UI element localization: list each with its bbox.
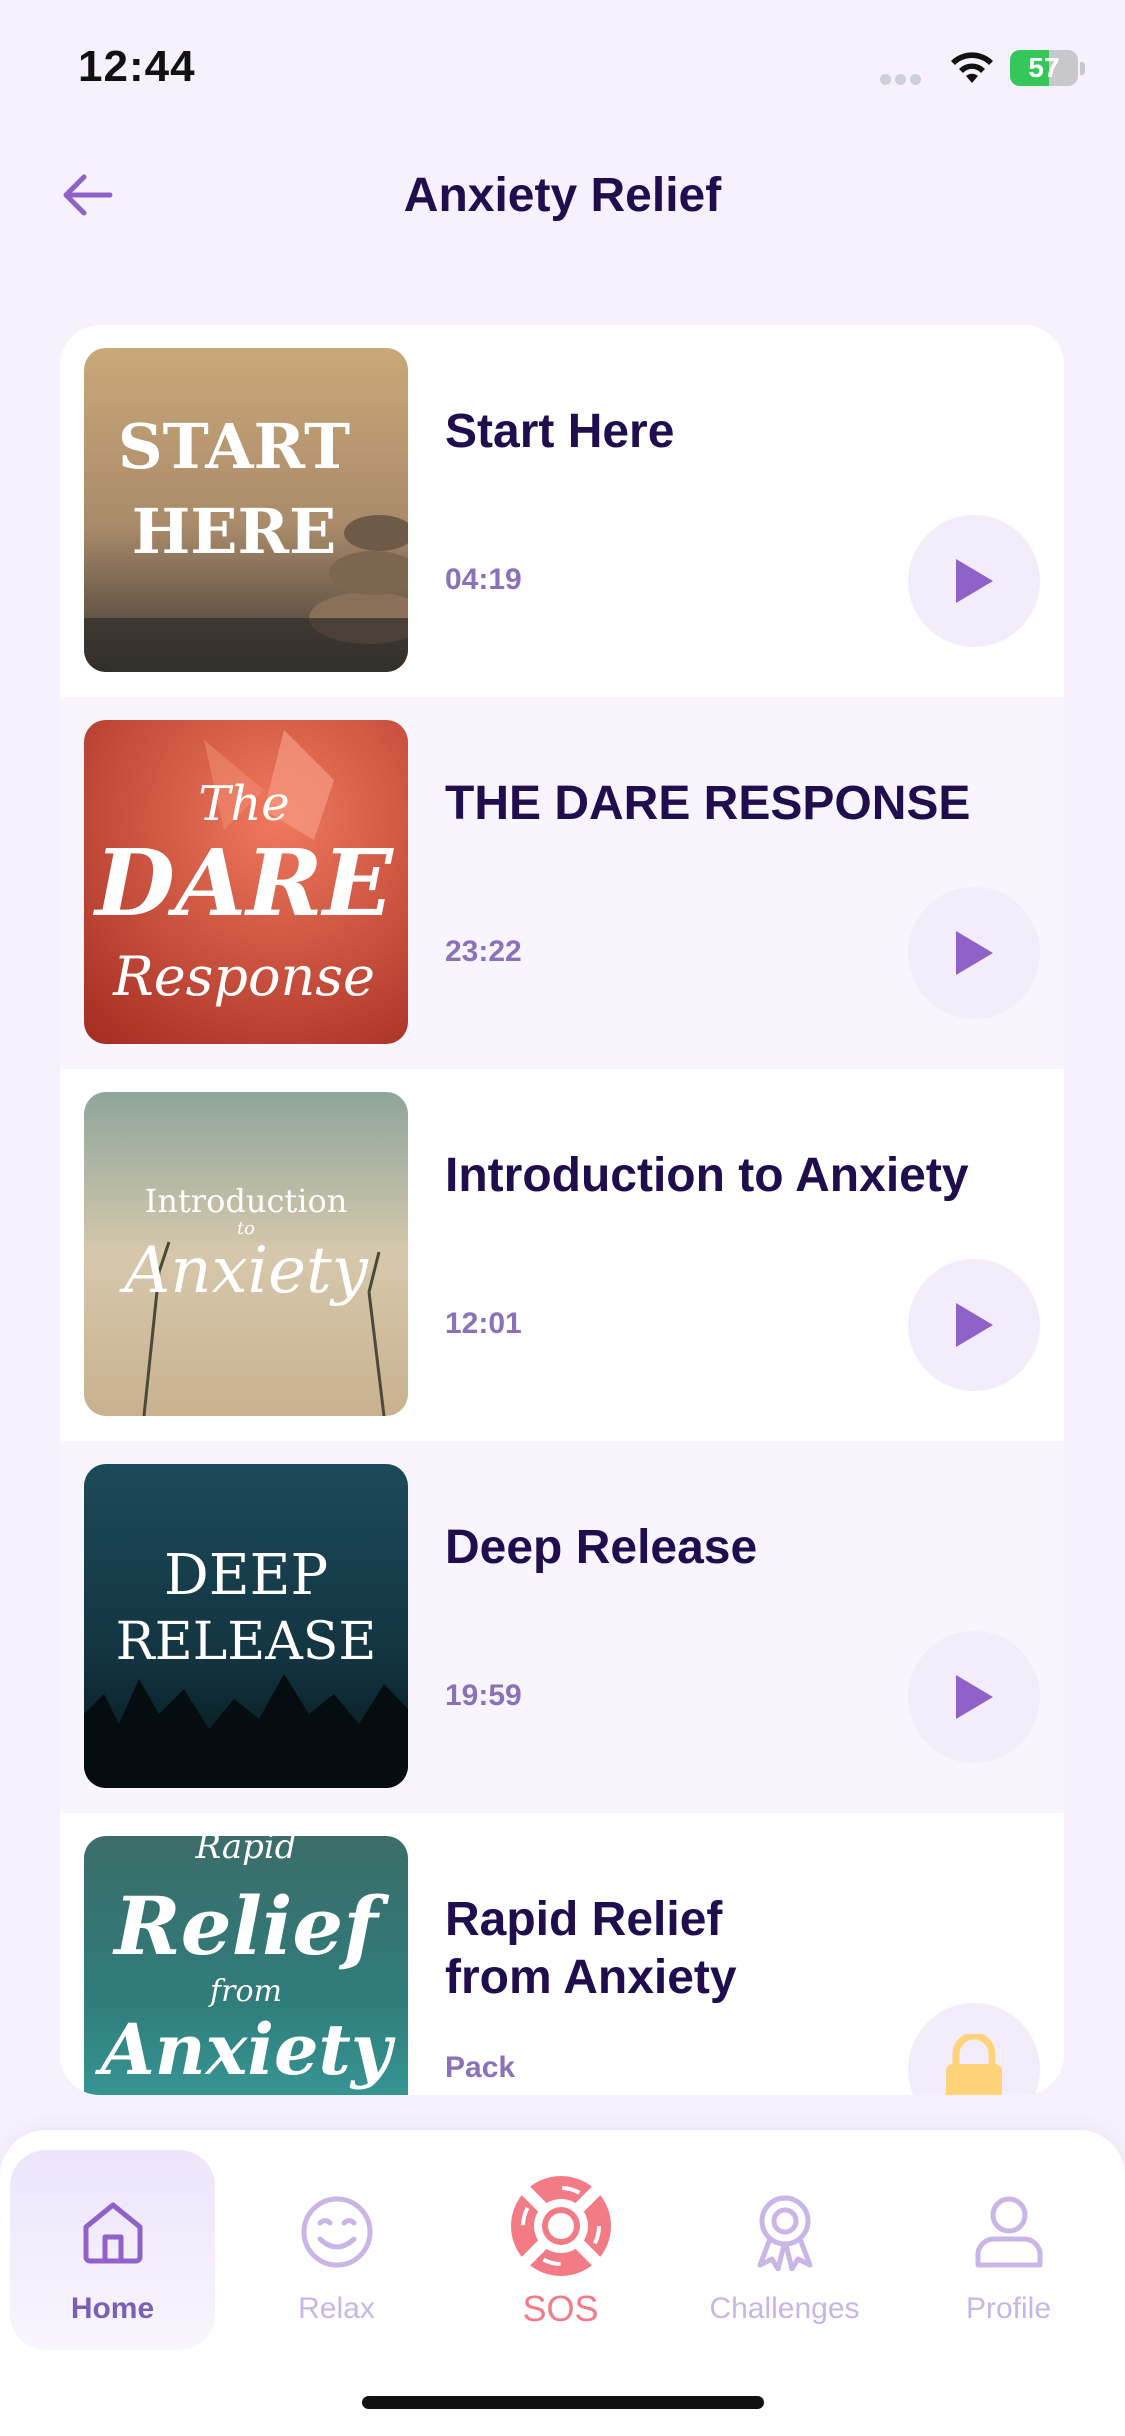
tab-home[interactable]: Home	[10, 2150, 215, 2350]
play-icon	[956, 1675, 993, 1719]
list-item-start-here[interactable]: START HERE Start Here 04:19	[60, 325, 1064, 697]
thumb-text: START	[118, 410, 350, 483]
lock-icon	[946, 2034, 1002, 2095]
tab-label: Relax	[298, 2292, 375, 2325]
smile-icon	[297, 2192, 377, 2272]
list-item-dare-response[interactable]: The DARE Response THE DARE RESPONSE 23:2…	[60, 697, 1064, 1069]
item-duration: 23:22	[445, 935, 522, 968]
track-list: START HERE Start Here 04:19 The DARE Res…	[60, 325, 1064, 2095]
screen: 12:44 57 Anxiety Relief START HERE Start…	[0, 0, 1125, 2436]
tab-label: SOS	[522, 2288, 599, 2329]
battery-icon: 57	[1010, 50, 1078, 86]
play-icon	[956, 931, 993, 975]
thumbnail-image: DEEP RELEASE	[84, 1464, 408, 1788]
thumbnail-image: START HERE	[84, 348, 408, 672]
item-duration: 19:59	[445, 1679, 522, 1712]
tab-challenges[interactable]: Challenges	[682, 2150, 887, 2350]
list-item-deep-release[interactable]: DEEP RELEASE Deep Release 19:59	[60, 1441, 1064, 1813]
thumb-text: Introduction	[145, 1182, 348, 1220]
item-duration: 12:01	[445, 1307, 522, 1340]
thumb-text: Relief	[112, 1879, 389, 1973]
thumb-text: DARE	[92, 829, 395, 937]
list-item-introduction-to-anxiety[interactable]: Introduction to Anxiety Introduction to …	[60, 1069, 1064, 1441]
thumb-text: RELEASE	[116, 1612, 377, 1672]
play-button[interactable]	[908, 1631, 1040, 1763]
item-title-line: Rapid Relief	[445, 1893, 723, 1946]
tab-bar: Home Relax SOS Challenges Profile	[0, 2130, 1125, 2436]
tab-label: Challenges	[709, 2292, 860, 2325]
award-icon	[745, 2192, 825, 2272]
tab-sos[interactable]: SOS	[458, 2150, 663, 2350]
thumb-text: HERE	[132, 495, 337, 568]
wifi-icon	[951, 52, 993, 83]
thumb-text: DEEP	[164, 1543, 328, 1608]
thumbnail-image: Rapid Relief from Anxiety	[84, 1836, 408, 2095]
thumb-text: The	[198, 776, 289, 832]
item-title: Deep Release	[445, 1521, 758, 1574]
thumb-text: from	[208, 1974, 282, 2009]
signal-icon	[880, 72, 925, 90]
tab-profile[interactable]: Profile	[906, 2150, 1111, 2350]
home-indicator	[362, 2396, 764, 2409]
thumb-text: Rapid	[194, 1836, 296, 1867]
play-icon	[956, 1303, 993, 1347]
locked-button[interactable]	[908, 2003, 1040, 2095]
thumb-text: Anxiety	[94, 2008, 395, 2091]
item-title: Rapid Relief from Anxiety	[445, 1891, 1045, 2007]
thumb-text: Anxiety	[119, 1234, 369, 1308]
user-icon	[969, 2192, 1049, 2272]
thumb-text: Response	[112, 945, 375, 1008]
battery-cap	[1080, 62, 1085, 75]
item-title: Start Here	[445, 405, 675, 458]
lifebuoy-icon	[505, 2170, 617, 2282]
tab-label: Profile	[965, 2292, 1052, 2325]
tab-label: Home	[70, 2292, 155, 2325]
thumbnail-image: Introduction to Anxiety	[84, 1092, 408, 1416]
page-title: Anxiety Relief	[403, 169, 722, 222]
thumbnail-image: The DARE Response	[84, 720, 408, 1044]
item-title: Introduction to Anxiety	[445, 1149, 969, 1202]
item-title-line: from Anxiety	[445, 1951, 737, 2004]
play-button[interactable]	[908, 515, 1040, 647]
home-icon	[73, 2192, 153, 2272]
list-item-rapid-relief[interactable]: Rapid Relief from Anxiety Rapid Relief f…	[60, 1813, 1064, 2095]
item-type-label: Pack	[445, 2051, 516, 2084]
item-title: THE DARE RESPONSE	[445, 777, 971, 830]
item-duration: 04:19	[445, 563, 522, 596]
status-time: 12:44	[78, 42, 196, 91]
play-icon	[956, 559, 993, 603]
tab-relax[interactable]: Relax	[234, 2150, 439, 2350]
battery-percentage: 57	[1028, 52, 1060, 83]
status-bar: 12:44 57	[0, 0, 1125, 140]
play-button[interactable]	[908, 887, 1040, 1019]
play-button[interactable]	[908, 1259, 1040, 1391]
